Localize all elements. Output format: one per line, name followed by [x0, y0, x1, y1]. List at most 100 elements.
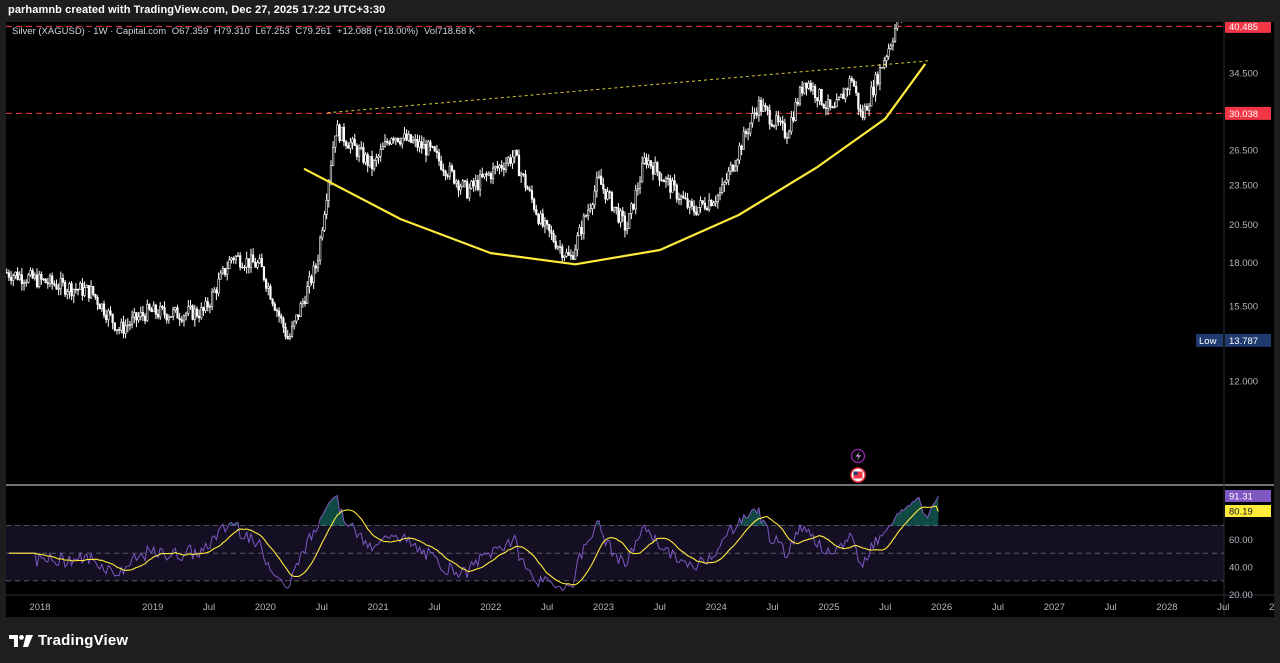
- candle[interactable]: [803, 82, 806, 95]
- candle[interactable]: [427, 139, 430, 156]
- candle-body: [405, 133, 408, 141]
- candle-body: [747, 132, 750, 135]
- candle[interactable]: [515, 149, 518, 157]
- candle[interactable]: [338, 123, 341, 143]
- candle[interactable]: [632, 203, 635, 211]
- candle-body: [896, 22, 899, 29]
- candle[interactable]: [262, 265, 266, 282]
- candle-body: [46, 282, 49, 285]
- candle-body: [734, 165, 737, 172]
- candle-body: [152, 304, 155, 313]
- candle[interactable]: [610, 190, 614, 212]
- legend-close: C79.261: [295, 26, 332, 37]
- candle-body: [818, 89, 821, 102]
- candle[interactable]: [453, 169, 456, 185]
- candle[interactable]: [466, 178, 469, 199]
- candle-body: [334, 135, 337, 148]
- candle-body: [206, 301, 209, 308]
- candle[interactable]: [697, 207, 700, 216]
- candle[interactable]: [390, 137, 393, 146]
- candle-body: [111, 313, 114, 324]
- candle-body: [803, 82, 806, 94]
- candle[interactable]: [433, 145, 436, 152]
- candle[interactable]: [299, 301, 302, 317]
- candle[interactable]: [269, 283, 272, 300]
- candle-body: [392, 138, 395, 141]
- candle-body: [61, 277, 65, 283]
- candle-body: [133, 312, 136, 318]
- candle-body: [273, 303, 276, 311]
- candle-body: [846, 88, 849, 90]
- candle[interactable]: [881, 67, 884, 69]
- candle-body: [835, 99, 838, 108]
- candle-body: [708, 199, 711, 211]
- candle-body: [602, 184, 605, 190]
- candle-body: [744, 131, 748, 134]
- candle-body: [481, 174, 484, 178]
- candle-body: [630, 203, 633, 214]
- candle[interactable]: [731, 164, 735, 173]
- candle-body: [165, 314, 168, 321]
- candle[interactable]: [537, 212, 540, 226]
- candle[interactable]: [798, 85, 802, 107]
- candle-body: [820, 89, 823, 105]
- candle-body: [254, 262, 257, 268]
- candle-body: [502, 167, 505, 170]
- candle-body: [239, 255, 242, 268]
- candle[interactable]: [409, 134, 413, 144]
- candle-body: [824, 107, 828, 109]
- candle-body: [120, 321, 123, 331]
- candle[interactable]: [113, 322, 116, 332]
- candle[interactable]: [710, 199, 713, 207]
- candle-body: [751, 113, 754, 124]
- candle-body: [548, 224, 551, 232]
- candle[interactable]: [64, 279, 67, 297]
- candle-body: [31, 270, 34, 279]
- candle-body: [641, 162, 644, 183]
- candle-body: [833, 106, 836, 109]
- candle-body: [96, 297, 99, 305]
- candle[interactable]: [44, 278, 47, 284]
- price-tick-label: 12.000: [1229, 376, 1258, 387]
- candle-body: [83, 287, 86, 296]
- candle-body: [809, 82, 812, 91]
- candle-body: [87, 285, 90, 299]
- candle-body: [321, 229, 324, 239]
- candle-body: [831, 106, 834, 109]
- lightning-icon[interactable]: [850, 448, 866, 464]
- candle-body: [686, 198, 689, 208]
- time-tick-label: Jul: [541, 602, 553, 613]
- rsi-overbought-fill: [335, 495, 338, 526]
- top-bar: parhamnb created with TradingView.com, D…: [0, 0, 1280, 22]
- candle-body: [770, 123, 773, 127]
- candle[interactable]: [628, 213, 631, 229]
- candle[interactable]: [820, 88, 823, 106]
- chart-area[interactable]: 130.000110.00095.00068.00060.00052.50046…: [6, 22, 1274, 617]
- candle[interactable]: [319, 235, 322, 265]
- candle-body: [582, 215, 585, 234]
- legend-symbol[interactable]: Silver (XAGUSD) · 1W · Capital.com: [12, 26, 166, 37]
- candle[interactable]: [839, 93, 843, 98]
- price-chart[interactable]: 130.000110.00095.00068.00060.00052.50046…: [6, 22, 1274, 617]
- candle-body: [135, 312, 138, 321]
- time-tick-label: 2022: [480, 602, 501, 613]
- candle-body: [89, 285, 93, 299]
- candle-body: [448, 165, 451, 177]
- candle[interactable]: [461, 179, 464, 188]
- candle-body: [306, 286, 309, 304]
- candle[interactable]: [191, 304, 194, 321]
- price-tick-label: 26.500: [1229, 145, 1258, 156]
- time-tick-label: 2021: [368, 602, 389, 613]
- candle-body: [667, 177, 670, 180]
- candle-body: [16, 271, 19, 280]
- us-flag-icon[interactable]: [850, 467, 866, 483]
- candle[interactable]: [470, 179, 473, 190]
- candle-body: [494, 166, 497, 169]
- brand[interactable]: TradingView: [9, 632, 128, 649]
- candle-body: [366, 154, 369, 166]
- candle-body: [759, 99, 763, 112]
- candle-body: [403, 133, 406, 139]
- candle-body: [517, 154, 521, 177]
- candle[interactable]: [169, 315, 173, 318]
- candle[interactable]: [340, 126, 343, 142]
